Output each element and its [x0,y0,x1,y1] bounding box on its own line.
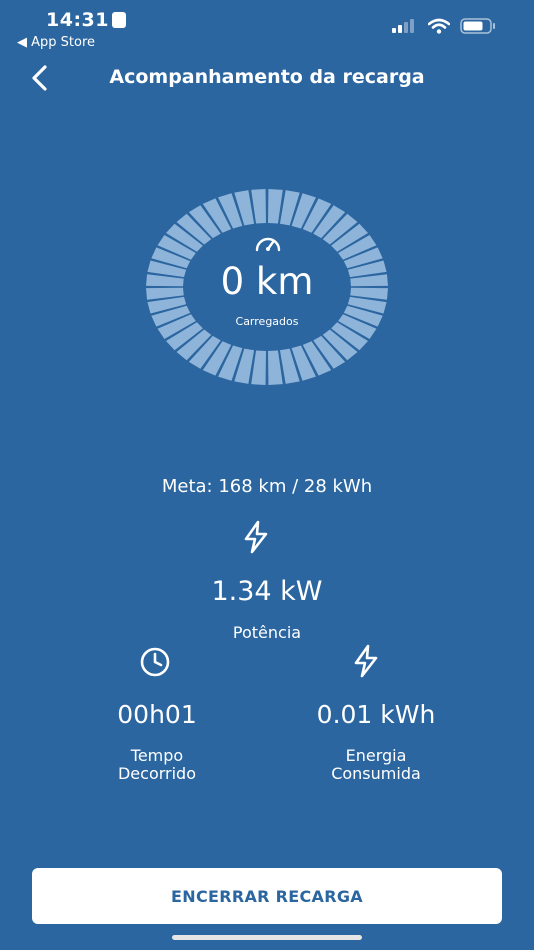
charged-distance-value: 0 km [220,260,314,303]
status-time: 14:31 [46,9,109,31]
energy-consumed-label-line2: Consumida [331,764,421,783]
clock-icon [140,647,170,677]
elapsed-time-stat: 00h01 Tempo Decorrido [57,700,257,783]
page-title: Acompanhamento da recarga [109,66,425,88]
signal-icon [392,19,414,33]
lightning-icon [354,644,378,678]
charged-distance-label: Carregados [235,315,299,328]
battery-icon [460,18,495,34]
home-indicator [172,935,362,940]
lightning-icon [244,520,268,554]
status-icons [392,18,496,34]
back-to-app-store-link[interactable]: ◀ App Store [17,35,95,50]
wifi-icon [428,18,450,34]
person-badge-icon [112,12,126,28]
gauge-segment [268,189,283,224]
gauge-segment [268,350,283,385]
elapsed-time-label-line2: Decorrido [117,764,196,783]
energy-consumed-value: 0.01 kWh [316,700,436,729]
end-charging-button[interactable]: ENCERRAR RECARGA [32,868,502,924]
energy-consumed-stat: 0.01 kWh Energia Consumida [276,700,476,783]
speedometer-icon [255,237,281,252]
gauge-segment [251,189,266,224]
power-label: Potência [232,623,302,642]
elapsed-time-value: 00h01 [117,700,197,729]
elapsed-time-label-line1: Tempo [130,746,184,765]
power-value: 1.34 kW [211,576,323,607]
gauge-segment [251,350,266,385]
charge-goal: Meta: 168 km / 28 kWh [161,476,373,497]
energy-consumed-label-line1: Energia [345,746,407,765]
